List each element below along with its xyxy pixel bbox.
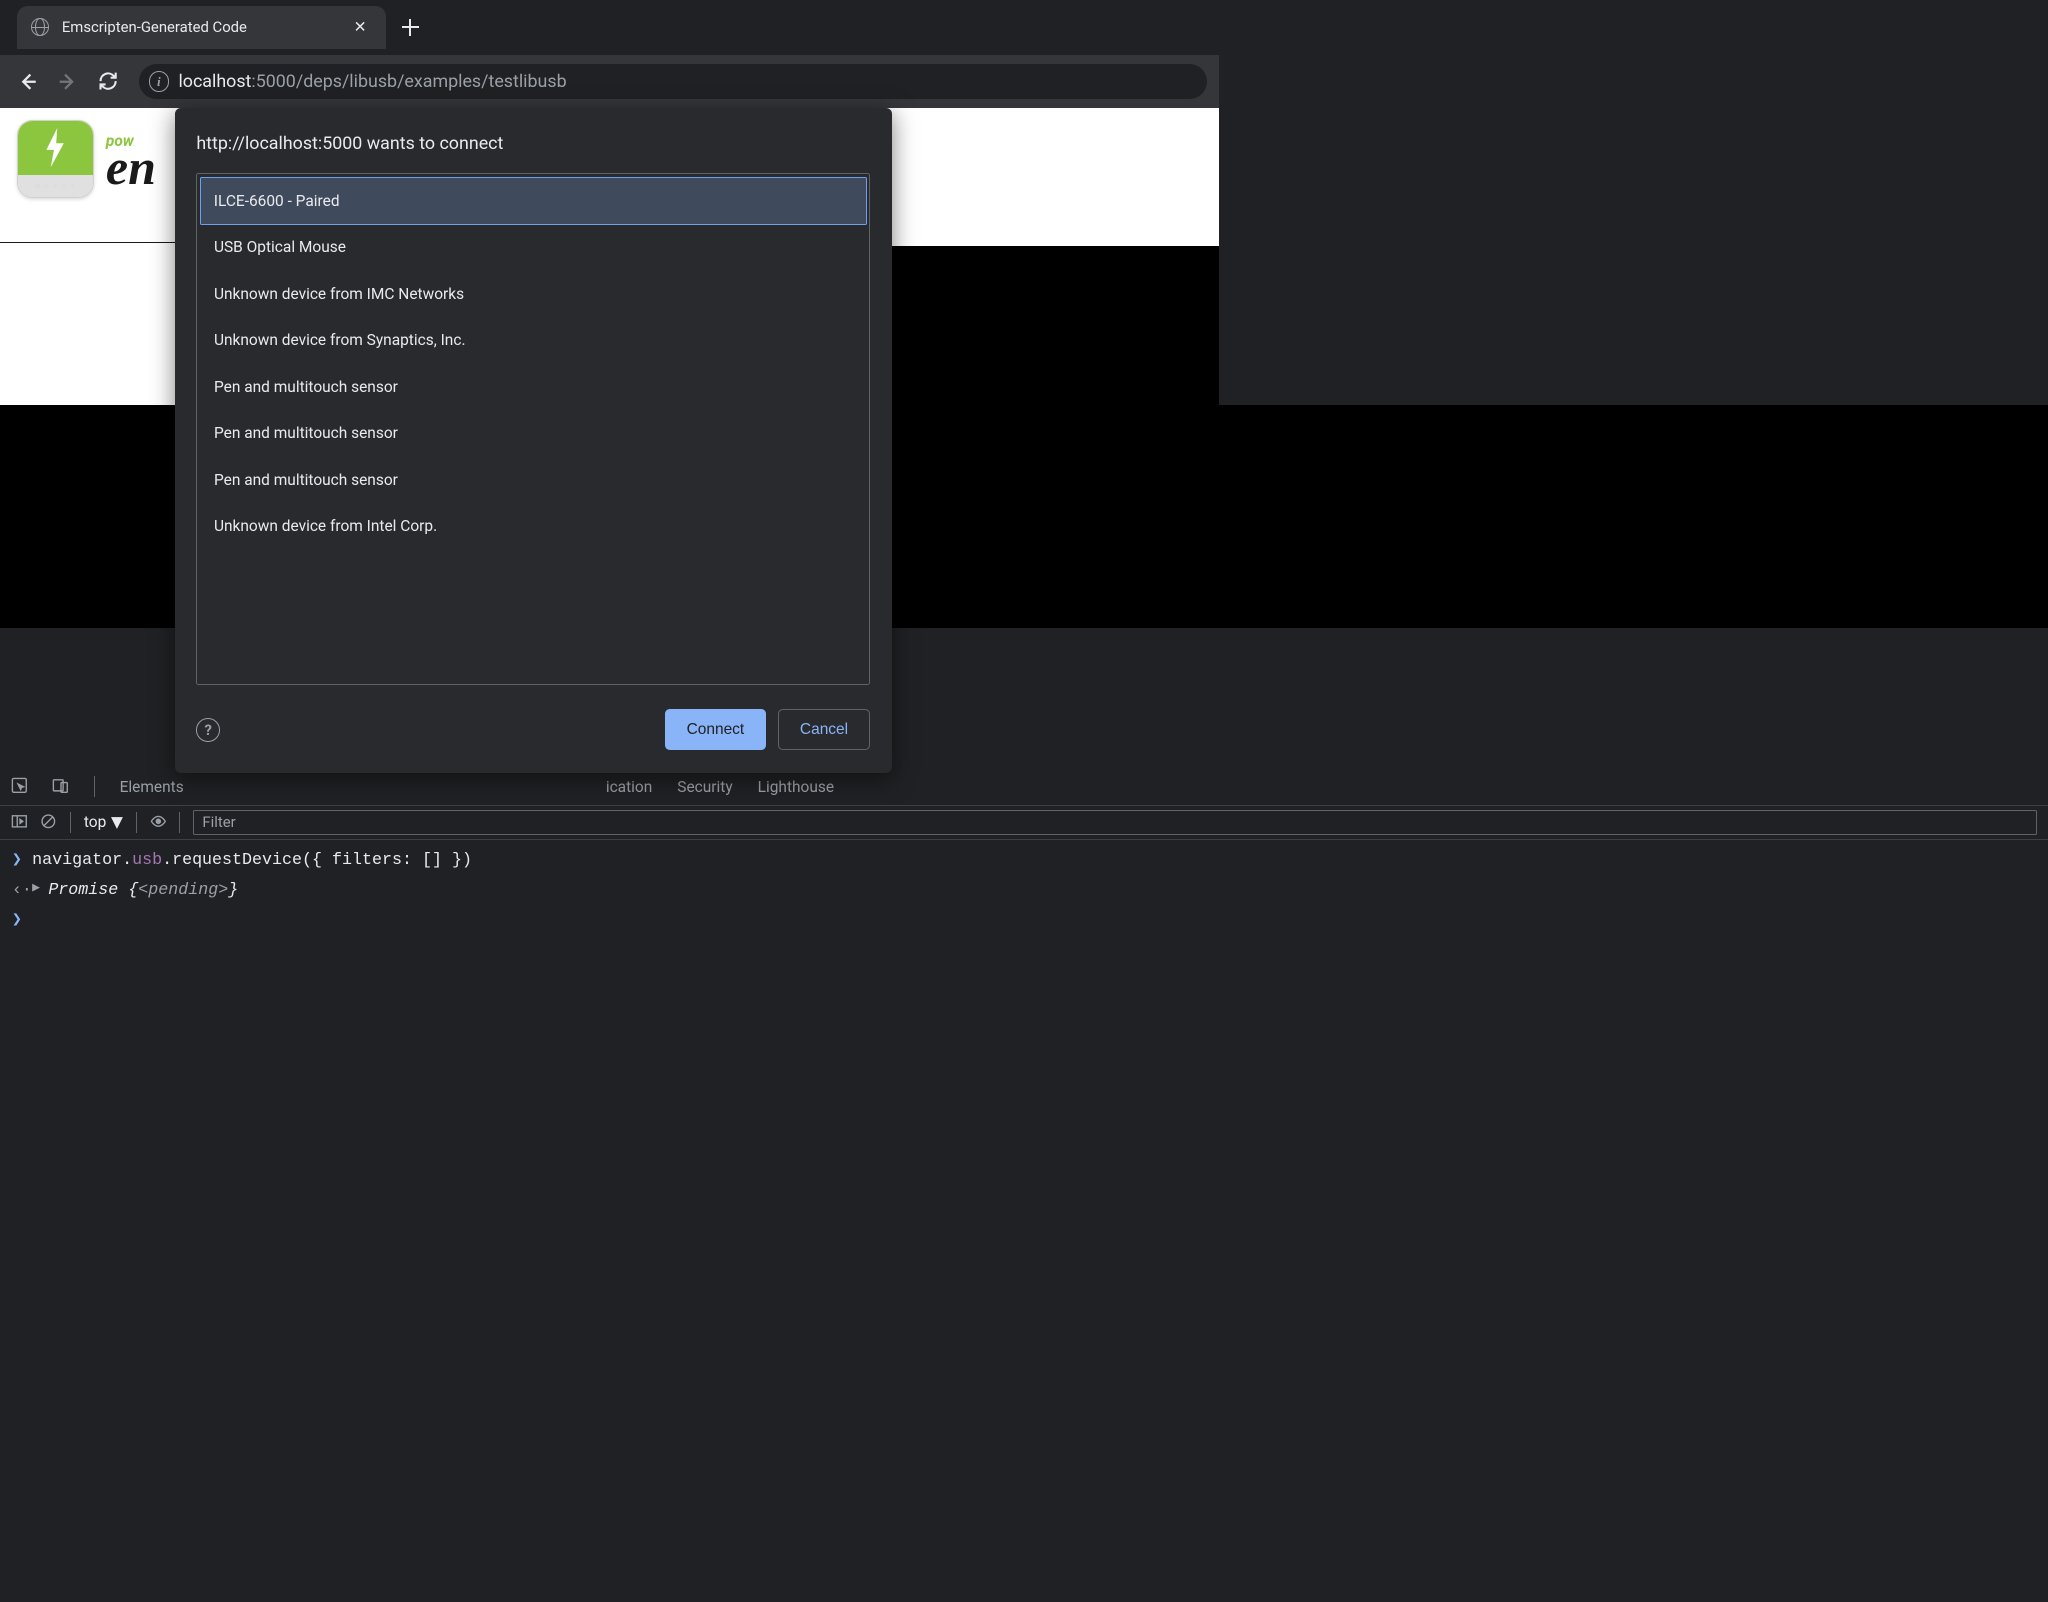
new-tab-button[interactable] [402, 19, 419, 36]
cancel-button[interactable]: Cancel [778, 709, 871, 751]
context-selector[interactable]: top ▼ [84, 813, 123, 831]
browser-toolbar: i localhost:5000/deps/libusb/examples/te… [0, 55, 1219, 109]
tab-elements[interactable]: Elements [120, 778, 184, 796]
address-bar[interactable]: i localhost:5000/deps/libusb/examples/te… [139, 64, 1206, 100]
url-text: localhost:5000/deps/libusb/examples/test… [178, 71, 566, 92]
close-icon[interactable]: ✕ [349, 18, 371, 36]
devtools: Elements Console Sources Network Perform… [0, 769, 2048, 1602]
device-item[interactable]: ILCE-6600 - Paired [200, 177, 867, 226]
device-list: ILCE-6600 - Paired USB Optical Mouse Unk… [196, 173, 870, 685]
device-toolbar-icon[interactable] [52, 777, 69, 797]
help-icon[interactable]: ? [196, 718, 220, 742]
reload-button[interactable] [93, 66, 124, 97]
eye-icon[interactable] [150, 813, 167, 833]
forward-button[interactable] [52, 66, 83, 97]
tab-security[interactable]: Security [677, 778, 732, 796]
back-button[interactable] [12, 66, 43, 97]
device-item[interactable]: Pen and multitouch sensor [201, 410, 866, 457]
sidebar-toggle-icon[interactable] [11, 813, 28, 833]
device-item[interactable]: Unknown device from IMC Networks [201, 271, 866, 318]
console-return-line[interactable]: ‹· ▶ Promise {<pending>} [12, 876, 2036, 906]
chevron-down-icon: ▼ [111, 813, 123, 831]
device-item[interactable]: Unknown device from Synaptics, Inc. [201, 317, 866, 364]
brand-text: pow en [106, 132, 156, 185]
globe-icon [31, 18, 49, 36]
tab-lighthouse[interactable]: Lighthouse [758, 778, 834, 796]
chevron-left-icon: ‹· [12, 876, 24, 906]
console-output: ❯ navigator.usb.requestDevice({ filters:… [0, 840, 2048, 942]
dialog-title: http://localhost:5000 wants to connect [196, 133, 870, 154]
console-input-line[interactable]: ❯ navigator.usb.requestDevice({ filters:… [12, 846, 2036, 876]
device-item[interactable]: USB Optical Mouse [201, 224, 866, 271]
filter-input[interactable]: Filter [193, 810, 2037, 835]
bolt-icon [42, 128, 68, 167]
console-toolbar: top ▼ Filter [0, 806, 2048, 841]
emscripten-logo [17, 120, 94, 197]
chevron-right-icon: ❯ [12, 906, 24, 936]
devtools-tabstrip: Elements Console Sources Network Perform… [0, 769, 2048, 806]
device-item[interactable]: Pen and multitouch sensor [201, 364, 866, 411]
info-icon[interactable]: i [149, 71, 169, 91]
device-item[interactable]: Pen and multitouch sensor [201, 457, 866, 504]
device-item[interactable]: Unknown device from Intel Corp. [201, 503, 866, 550]
browser-tab[interactable]: Emscripten-Generated Code ✕ [17, 6, 386, 49]
tab-application[interactable]: ication [606, 778, 652, 796]
inspect-element-icon[interactable] [11, 777, 28, 797]
clear-console-icon[interactable] [40, 813, 57, 833]
console-prompt[interactable]: ❯ [12, 906, 2036, 936]
tab-strip: Emscripten-Generated Code ✕ [0, 0, 1219, 55]
tab-title: Emscripten-Generated Code [62, 18, 336, 36]
connect-button[interactable]: Connect [665, 709, 765, 751]
expand-icon[interactable]: ▶ [32, 876, 40, 906]
usb-device-dialog: http://localhost:5000 wants to connect I… [175, 108, 892, 773]
chevron-right-icon: ❯ [12, 846, 24, 876]
